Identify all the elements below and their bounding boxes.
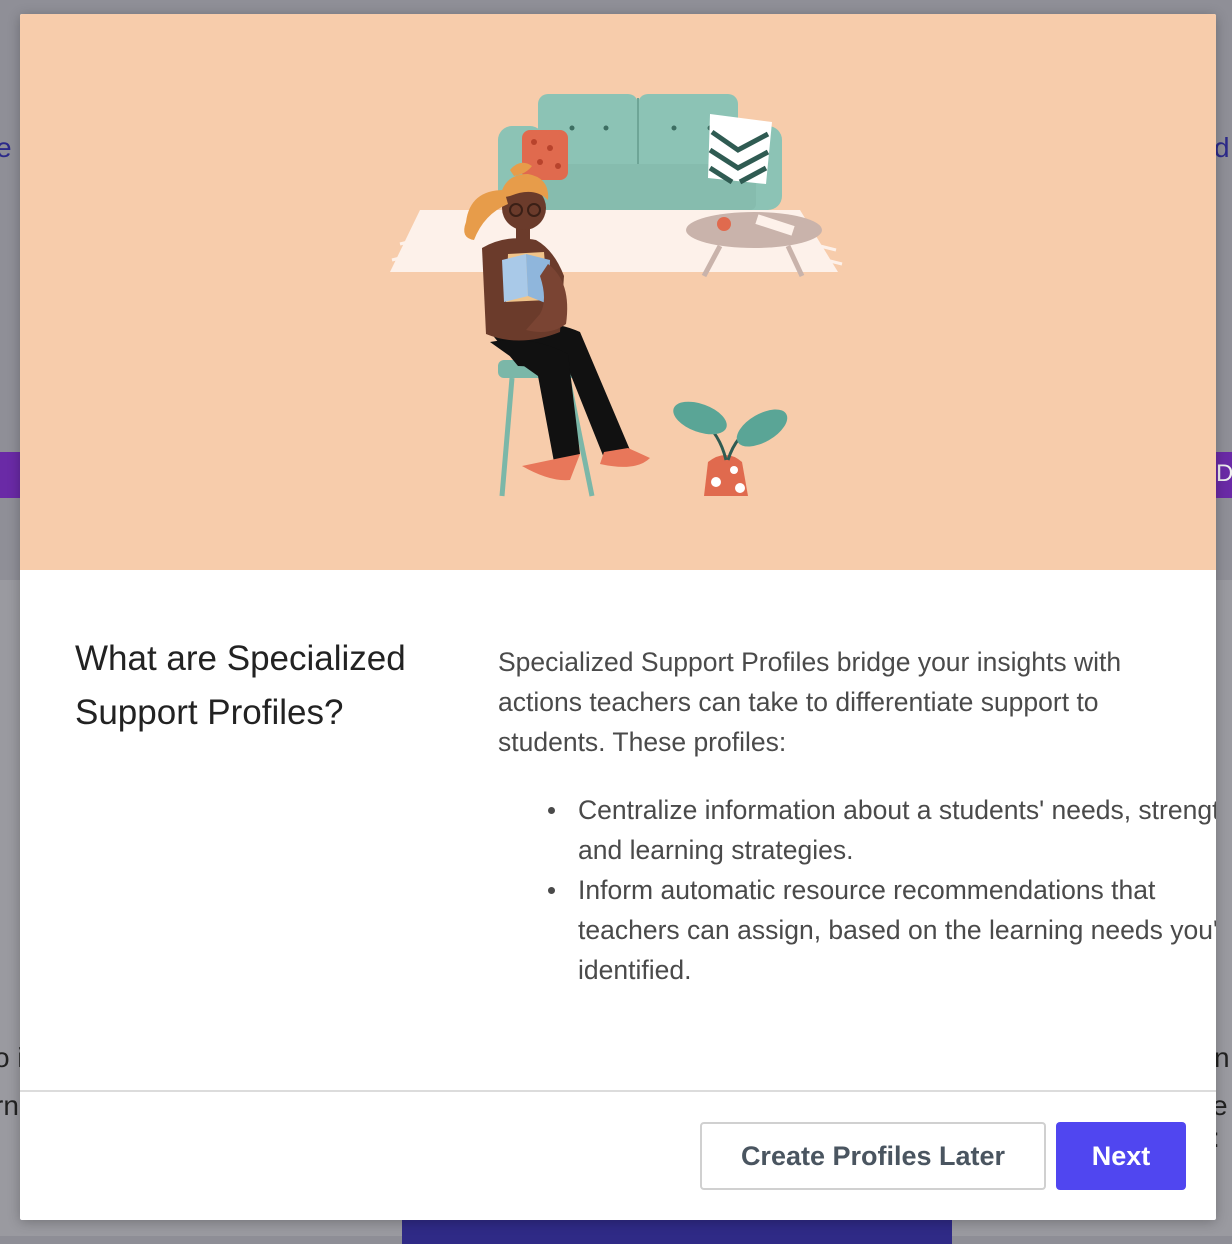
create-profiles-later-button[interactable]: Create Profiles Later bbox=[700, 1122, 1046, 1190]
footer-divider bbox=[20, 1090, 1216, 1092]
hero-illustration bbox=[20, 14, 1216, 570]
modal-description: Specialized Support Profiles bridge your… bbox=[498, 647, 1122, 757]
next-button[interactable]: Next bbox=[1056, 1122, 1186, 1190]
reading-woman-illustration bbox=[390, 94, 843, 497]
list-item: Inform automatic resource recommendation… bbox=[548, 870, 1216, 990]
background-text: n bbox=[1214, 1042, 1230, 1073]
background-text: D bbox=[1216, 460, 1232, 487]
feature-list: Centralize information about a students'… bbox=[498, 790, 1216, 990]
background-text: d bbox=[1214, 132, 1230, 163]
onboarding-modal: What are Specialized Support Profiles? S… bbox=[20, 14, 1216, 1220]
list-item: Centralize information about a students'… bbox=[548, 790, 1216, 870]
background-text: rn bbox=[0, 1090, 19, 1121]
modal-title: What are Specialized Support Profiles? bbox=[75, 639, 406, 732]
